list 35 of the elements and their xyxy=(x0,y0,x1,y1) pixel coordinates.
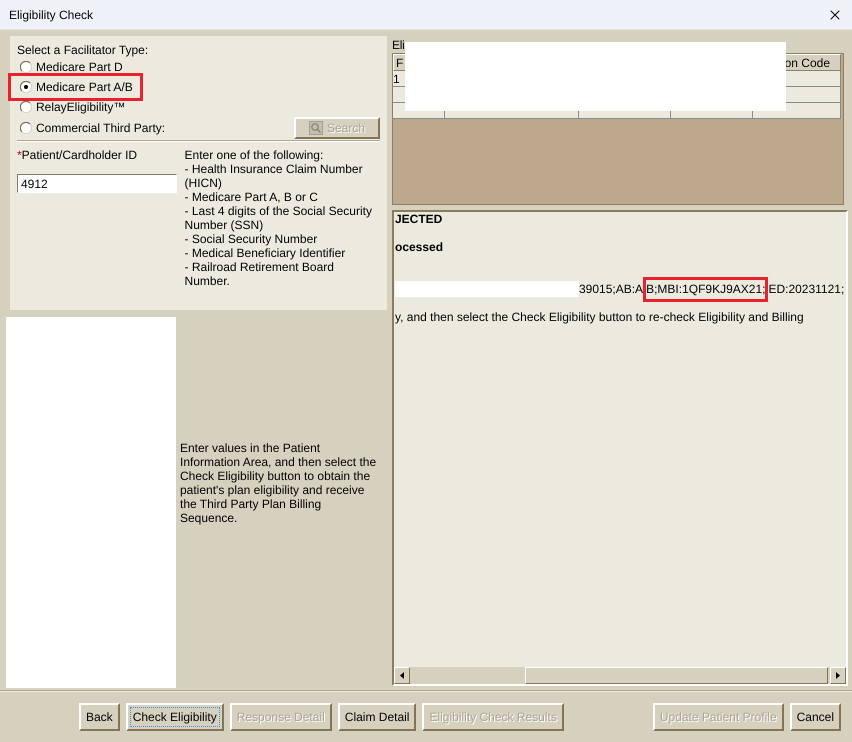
help-item: - Social Security Number xyxy=(184,232,318,246)
dialog-button[interactable]: Claim Detail xyxy=(338,703,416,731)
response-text: JECTED xyxy=(395,212,442,226)
response-text: ocessed xyxy=(395,240,444,254)
dialog-button[interactable]: Cancel xyxy=(790,703,841,731)
scroll-right-button[interactable] xyxy=(830,667,846,684)
help-item: - Health Insurance Claim Number (HICN) xyxy=(184,162,364,190)
field-label: Patient/Cardholder ID xyxy=(22,148,138,162)
response-text: ED:20231121; xyxy=(768,282,844,296)
radio-option[interactable]: Medicare Part A/B xyxy=(17,80,133,94)
response-text: y, and then select the Check Eligibility button to re-check Eligibility and Billing xyxy=(395,310,804,324)
response-text: 39015;AB:A xyxy=(579,282,644,296)
left-triangle-icon xyxy=(400,672,404,679)
scrollbar-thumb[interactable] xyxy=(525,667,828,684)
radio-option[interactable]: RelayEligibility™ xyxy=(17,100,126,114)
help-item: - Medical Beneficiary Identifier xyxy=(184,246,346,260)
radio-option[interactable]: Commercial Third Party: xyxy=(17,121,166,135)
highlighted-text: B;MBI:1QF9KJ9AX21; xyxy=(643,276,768,302)
table-label: Eli xyxy=(392,38,404,52)
help-item: - Medicare Part A, B or C xyxy=(184,190,319,204)
instructions-text: Enter values in the Patient Information Area, and then select the Check Eligibility button to obtain the patient's plan eligibility and receive the Third Party Plan Billing Sequence. xyxy=(180,441,378,525)
help-item: - Last 4 digits of the Social Security Number (SSN) xyxy=(184,204,373,232)
help-title: Enter one of the following: xyxy=(184,148,324,162)
patient-id-field[interactable]: 4912 xyxy=(17,174,177,193)
radio-option[interactable]: Medicare Part D xyxy=(17,60,123,74)
search-icon xyxy=(308,121,323,135)
window-title: Eligibility Check xyxy=(9,8,94,22)
dialog-button[interactable]: Back xyxy=(79,703,120,731)
help-item: - Railroad Retirement Board Number. xyxy=(184,260,335,288)
right-triangle-icon xyxy=(836,672,840,679)
required-mark: * xyxy=(17,148,22,162)
section-label: Select a Facilitator Type: xyxy=(17,42,148,56)
scroll-left-button[interactable] xyxy=(394,667,410,684)
column-header: F xyxy=(396,56,404,70)
dialog-button[interactable]: Check Eligibility xyxy=(126,703,224,731)
